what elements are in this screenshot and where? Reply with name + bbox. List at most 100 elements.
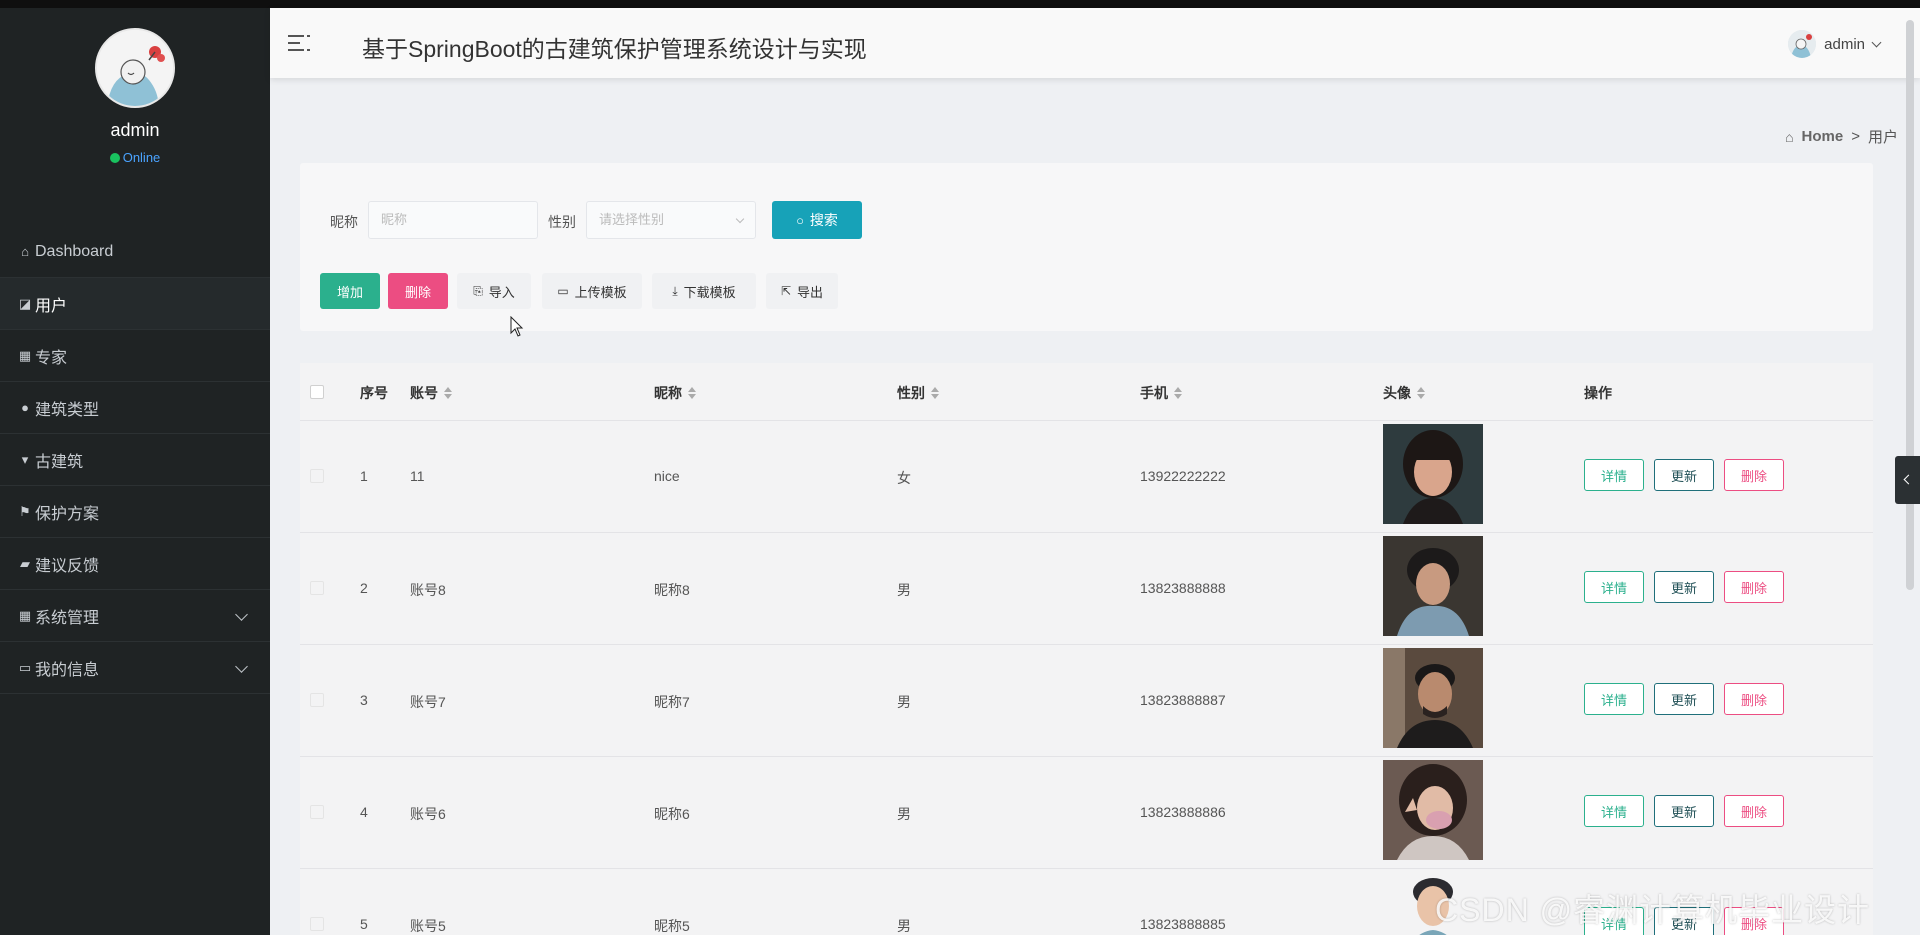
sort-icon[interactable] bbox=[1417, 387, 1425, 399]
import-button[interactable]: ⎘ 导入 bbox=[457, 273, 531, 309]
chevron-down-icon bbox=[235, 660, 248, 673]
detail-button[interactable]: 详情 bbox=[1584, 795, 1644, 827]
search-button[interactable]: ○ 搜索 bbox=[772, 201, 862, 239]
search-panel: 昵称 昵称 性别 请选择性别 ○ 搜索 增加 删除 ⎘ 导入 ▭ 上传模板 ⤓ 下载模… bbox=[300, 163, 1873, 331]
cell-gender: 男 bbox=[897, 694, 911, 710]
avatar[interactable] bbox=[95, 28, 175, 108]
breadcrumb-home[interactable]: Home bbox=[1802, 128, 1844, 145]
cell-account: 账号5 bbox=[410, 918, 446, 934]
update-button[interactable]: 更新 bbox=[1654, 683, 1714, 715]
column-phone[interactable]: 手机 bbox=[1140, 383, 1182, 403]
delete-label: 删除 bbox=[1740, 692, 1767, 708]
sidebar-item-label: 保护方案 bbox=[35, 505, 100, 523]
sidebar-profile: admin Online bbox=[0, 8, 270, 226]
user-photo bbox=[1383, 424, 1483, 524]
column-avatar[interactable]: 头像 bbox=[1383, 383, 1425, 403]
detail-button[interactable]: 详情 bbox=[1584, 683, 1644, 715]
column-account-label: 账号 bbox=[410, 385, 438, 401]
column-index-label: 序号 bbox=[360, 385, 388, 401]
cell-phone: 13823888888 bbox=[1140, 580, 1226, 596]
detail-label: 详情 bbox=[1600, 468, 1627, 484]
search-button-label: 搜索 bbox=[809, 212, 838, 228]
table-row: 3 账号7 昵称7 男 13823888887 详情 更新 删除 bbox=[300, 645, 1873, 757]
sidebar-item-experts[interactable]: ▦ 专家 bbox=[0, 330, 270, 382]
upload-template-button[interactable]: ▭ 上传模板 bbox=[542, 273, 642, 309]
detail-label: 详情 bbox=[1600, 804, 1627, 820]
sidebar-item-protection-plans[interactable]: ⚑ 保护方案 bbox=[0, 486, 270, 538]
chevron-down-icon bbox=[235, 608, 248, 621]
users-table: 序号 账号 昵称 性别 手机 头像 操作 1 11 nice 女 1392222… bbox=[300, 363, 1873, 935]
sort-icon[interactable] bbox=[444, 387, 452, 399]
table-row: 1 11 nice 女 13922222222 详情 更新 删除 bbox=[300, 421, 1873, 533]
import-icon: ⎘ bbox=[473, 283, 483, 298]
cell-account: 账号8 bbox=[410, 582, 446, 598]
column-nickname[interactable]: 昵称 bbox=[654, 383, 696, 403]
gender-select[interactable]: 请选择性别 bbox=[586, 201, 756, 239]
sort-icon[interactable] bbox=[931, 387, 939, 399]
sidebar-menu: ⌂ Dashboard ◪ 用户 ▦ 专家 ● 建筑类型 ▾ 古建筑 ⚑ 保护方案 ▰ 建议反… bbox=[0, 226, 270, 694]
sort-icon[interactable] bbox=[688, 387, 696, 399]
update-button[interactable]: 更新 bbox=[1654, 571, 1714, 603]
sidebar-item-my-info[interactable]: ▭ 我的信息 bbox=[0, 642, 270, 694]
menu-toggle-icon[interactable] bbox=[288, 33, 310, 53]
delete-button-label: 删除 bbox=[404, 284, 431, 300]
table-row: 4 账号6 昵称6 男 13823888886 详情 更新 删除 bbox=[300, 757, 1873, 869]
export-icon: ⇱ bbox=[780, 284, 792, 298]
sidebar-item-label: Dashboard bbox=[35, 242, 114, 260]
cell-phone: 13922222222 bbox=[1140, 468, 1226, 484]
select-all-checkbox[interactable] bbox=[310, 385, 324, 399]
row-checkbox[interactable] bbox=[310, 581, 324, 595]
vertical-scrollbar[interactable] bbox=[1906, 20, 1914, 590]
sort-icon[interactable] bbox=[1174, 387, 1182, 399]
batch-delete-button[interactable]: 删除 bbox=[388, 273, 448, 309]
detail-button[interactable]: 详情 bbox=[1584, 571, 1644, 603]
row-checkbox[interactable] bbox=[310, 469, 324, 483]
detail-button[interactable]: 详情 bbox=[1584, 459, 1644, 491]
side-panel-toggle[interactable] bbox=[1895, 456, 1920, 504]
grid-icon: ▦ bbox=[18, 607, 32, 623]
sidebar-item-dashboard[interactable]: ⌂ Dashboard bbox=[0, 226, 270, 278]
user-photo bbox=[1383, 648, 1483, 748]
flag-icon: ⚑ bbox=[19, 503, 31, 519]
card-icon: ▭ bbox=[18, 659, 32, 675]
nickname-input[interactable]: 昵称 bbox=[368, 201, 538, 239]
delete-label: 删除 bbox=[1740, 804, 1767, 820]
breadcrumb: ⌂ Home > 用户 bbox=[1785, 126, 1898, 147]
update-label: 更新 bbox=[1670, 692, 1697, 708]
delete-button[interactable]: 删除 bbox=[1724, 683, 1784, 715]
column-operation: 操作 bbox=[1584, 383, 1612, 403]
delete-button[interactable]: 删除 bbox=[1724, 795, 1784, 827]
user-photo bbox=[1383, 536, 1483, 636]
cell-account: 账号6 bbox=[410, 806, 446, 822]
cell-gender: 女 bbox=[897, 470, 911, 486]
cell-index: 5 bbox=[360, 916, 368, 932]
chevron-down-icon bbox=[1871, 37, 1882, 47]
update-button[interactable]: 更新 bbox=[1654, 459, 1714, 491]
export-button[interactable]: ⇱ 导出 bbox=[766, 273, 838, 309]
column-avatar-label: 头像 bbox=[1383, 385, 1411, 401]
row-checkbox[interactable] bbox=[310, 805, 324, 819]
column-account[interactable]: 账号 bbox=[410, 383, 452, 403]
sidebar-item-users[interactable]: ◪ 用户 bbox=[0, 278, 270, 330]
sidebar-item-ancient-buildings[interactable]: ▾ 古建筑 bbox=[0, 434, 270, 486]
delete-label: 删除 bbox=[1740, 580, 1767, 596]
delete-button[interactable]: 删除 bbox=[1724, 571, 1784, 603]
add-button[interactable]: 增加 bbox=[320, 273, 380, 309]
sidebar-item-feedback[interactable]: ▰ 建议反馈 bbox=[0, 538, 270, 590]
user-menu[interactable]: admin bbox=[1788, 30, 1882, 58]
row-checkbox[interactable] bbox=[310, 693, 324, 707]
page-title: 基于SpringBoot的古建筑保护管理系统设计与实现 bbox=[362, 36, 867, 62]
sidebar-item-system-management[interactable]: ▦ 系统管理 bbox=[0, 590, 270, 642]
chart-icon: ◪ bbox=[18, 295, 32, 311]
download-template-button[interactable]: ⤓ 下载模板 bbox=[652, 273, 756, 309]
update-button[interactable]: 更新 bbox=[1654, 795, 1714, 827]
sidebar-item-building-types[interactable]: ● 建筑类型 bbox=[0, 382, 270, 434]
row-checkbox[interactable] bbox=[310, 917, 324, 931]
delete-button[interactable]: 删除 bbox=[1724, 459, 1784, 491]
column-gender[interactable]: 性别 bbox=[897, 383, 939, 403]
sidebar: admin Online ⌂ Dashboard ◪ 用户 ▦ 专家 ● 建筑类型 ▾ 古… bbox=[0, 8, 270, 935]
detail-label: 详情 bbox=[1600, 580, 1627, 596]
cell-nickname: nice bbox=[654, 468, 680, 484]
cell-nickname: 昵称7 bbox=[654, 694, 690, 710]
cell-nickname: 昵称5 bbox=[654, 918, 690, 934]
